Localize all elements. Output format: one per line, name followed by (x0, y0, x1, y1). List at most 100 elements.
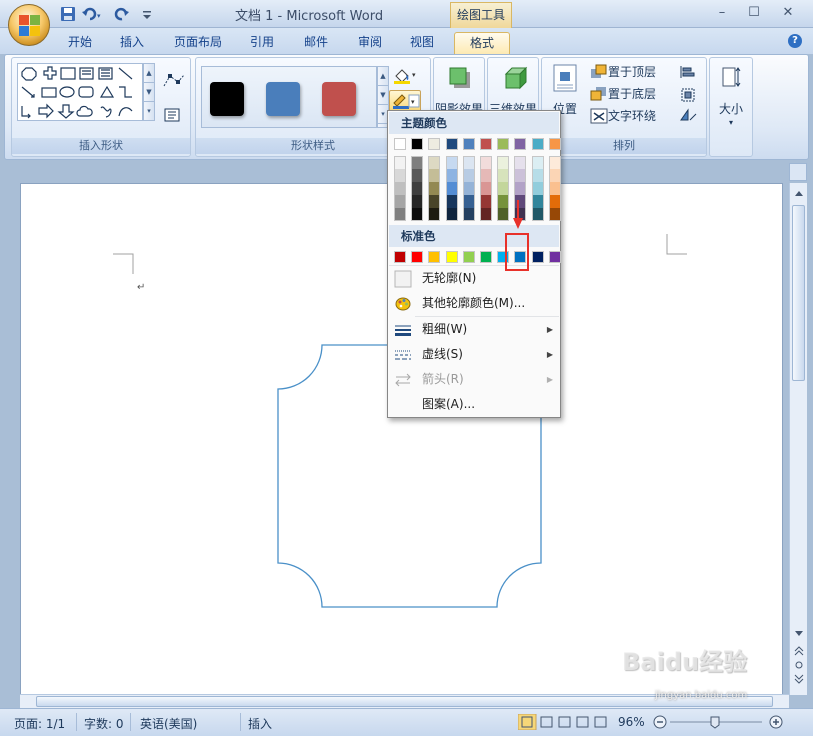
no-outline-item[interactable]: 无轮廓(N) (389, 266, 559, 291)
scroll-up-icon[interactable] (793, 187, 805, 199)
theme-color-shade-swatch[interactable] (428, 208, 441, 221)
theme-color-shade-swatch[interactable] (514, 156, 527, 169)
theme-color-shade-swatch[interactable] (394, 169, 406, 182)
theme-color-shade-swatch[interactable] (428, 156, 441, 169)
bring-to-front-button[interactable]: 置于顶层 (608, 62, 656, 82)
theme-color-swatch[interactable] (497, 138, 510, 150)
standard-color-swatch[interactable] (445, 251, 458, 263)
standard-color-swatch[interactable] (428, 251, 441, 263)
maximize-button[interactable]: ☐ (742, 4, 766, 22)
theme-color-swatch[interactable] (514, 138, 527, 150)
theme-color-shade-swatch[interactable] (428, 195, 441, 208)
close-button[interactable]: ✕ (776, 4, 800, 22)
theme-color-swatch[interactable] (548, 138, 561, 150)
theme-color-shade-swatch[interactable] (480, 195, 492, 208)
theme-color-shade-swatch[interactable] (411, 182, 424, 195)
theme-color-swatch[interactable] (394, 138, 406, 150)
page-count[interactable]: 页面: 1/1 (14, 715, 65, 732)
scroll-down-icon[interactable] (793, 627, 805, 639)
theme-color-shade-swatch[interactable] (462, 169, 475, 182)
shapes-gallery[interactable] (17, 63, 143, 121)
insert-mode-indicator[interactable]: 插入 (248, 715, 272, 732)
theme-color-swatch[interactable] (411, 138, 424, 150)
theme-color-shade-swatch[interactable] (497, 182, 510, 195)
tab-review[interactable]: 审阅 (348, 32, 392, 54)
scroll-down-icon[interactable]: ▼ (378, 86, 388, 105)
office-button[interactable] (8, 4, 50, 46)
tab-format[interactable]: 格式 (454, 32, 510, 54)
standard-color-swatch[interactable] (394, 251, 406, 263)
standard-color-swatch[interactable] (480, 251, 492, 263)
theme-color-shade-swatch[interactable] (548, 156, 561, 169)
arrows-item[interactable]: 箭头(R) ▶ (389, 367, 559, 392)
text-box-icon[interactable] (164, 108, 180, 122)
more-outline-colors-item[interactable]: 其他轮廓颜色(M)... (389, 291, 559, 316)
theme-color-shade-swatch[interactable] (445, 169, 458, 182)
theme-color-swatch[interactable] (428, 138, 441, 150)
theme-color-shade-swatch[interactable] (445, 156, 458, 169)
standard-color-swatch[interactable] (531, 251, 544, 263)
position-icon[interactable] (552, 64, 578, 92)
size-button[interactable]: 大小 (710, 100, 752, 117)
theme-color-shade-swatch[interactable] (445, 208, 458, 221)
theme-color-shade-swatch[interactable] (531, 208, 544, 221)
theme-color-shade-swatch[interactable] (531, 195, 544, 208)
theme-color-shade-swatch[interactable] (497, 156, 510, 169)
shapes-gallery-icons[interactable] (18, 64, 142, 120)
theme-color-shade-swatch[interactable] (497, 195, 510, 208)
ruler-toggle-icon[interactable] (789, 163, 807, 181)
theme-color-shade-swatch[interactable] (497, 169, 510, 182)
theme-color-shade-swatch[interactable] (548, 169, 561, 182)
theme-color-shade-swatch[interactable] (428, 169, 441, 182)
theme-color-shade-swatch[interactable] (462, 156, 475, 169)
theme-color-shade-swatch[interactable] (531, 169, 544, 182)
theme-color-shade-swatch[interactable] (411, 156, 424, 169)
shape-style-swatch[interactable] (322, 82, 356, 116)
zoom-slider[interactable] (652, 714, 786, 730)
standard-color-swatch[interactable] (548, 251, 561, 263)
theme-color-shade-swatch[interactable] (445, 195, 458, 208)
theme-color-swatch[interactable] (531, 138, 544, 150)
tab-insert[interactable]: 插入 (110, 32, 154, 54)
minimize-button[interactable]: – (710, 4, 734, 22)
theme-color-swatch[interactable] (480, 138, 492, 150)
redo-icon[interactable] (114, 6, 130, 22)
scroll-down-icon[interactable]: ▼ (144, 83, 154, 102)
scroll-up-icon[interactable]: ▲ (378, 67, 388, 86)
word-count[interactable]: 字数: 0 (84, 715, 124, 732)
theme-color-swatch[interactable] (445, 138, 458, 150)
theme-color-shade-swatch[interactable] (394, 195, 406, 208)
tab-mailings[interactable]: 邮件 (294, 32, 338, 54)
previous-page-icon[interactable] (793, 645, 805, 657)
theme-color-shade-swatch[interactable] (411, 195, 424, 208)
shadow-effects-icon[interactable] (448, 66, 472, 90)
theme-color-shade-swatch[interactable] (514, 182, 527, 195)
theme-color-shade-swatch[interactable] (531, 182, 544, 195)
theme-color-shade-swatch[interactable] (394, 182, 406, 195)
vertical-scrollbar[interactable] (789, 183, 807, 695)
theme-color-shade-swatch[interactable] (411, 208, 424, 221)
next-page-icon[interactable] (793, 673, 805, 685)
theme-color-swatch[interactable] (462, 138, 475, 150)
theme-color-shade-swatch[interactable] (548, 208, 561, 221)
customize-qat-icon[interactable] (140, 6, 154, 22)
view-mode-buttons[interactable] (518, 714, 610, 730)
shape-fill-icon[interactable]: ▾ (392, 66, 418, 84)
undo-icon[interactable]: ▾ (82, 6, 104, 22)
theme-color-shade-swatch[interactable] (462, 208, 475, 221)
align-group-rotate-icons[interactable] (678, 64, 700, 128)
theme-color-shade-swatch[interactable] (394, 208, 406, 221)
scroll-up-icon[interactable]: ▲ (144, 64, 154, 83)
theme-color-shade-swatch[interactable] (514, 169, 527, 182)
theme-color-shade-swatch[interactable] (480, 169, 492, 182)
theme-color-shade-swatch[interactable] (531, 156, 544, 169)
theme-color-shade-swatch[interactable] (548, 195, 561, 208)
theme-color-shade-swatch[interactable] (480, 182, 492, 195)
theme-color-shade-swatch[interactable] (462, 195, 475, 208)
pattern-item[interactable]: 图案(A)... (389, 392, 559, 417)
tab-page-layout[interactable]: 页面布局 (166, 32, 230, 54)
edit-points-icon[interactable] (162, 72, 186, 90)
tab-view[interactable]: 视图 (400, 32, 444, 54)
gallery-more-icon[interactable]: ▾ (144, 102, 154, 121)
text-wrap-button[interactable]: 文字环绕 (608, 106, 656, 126)
